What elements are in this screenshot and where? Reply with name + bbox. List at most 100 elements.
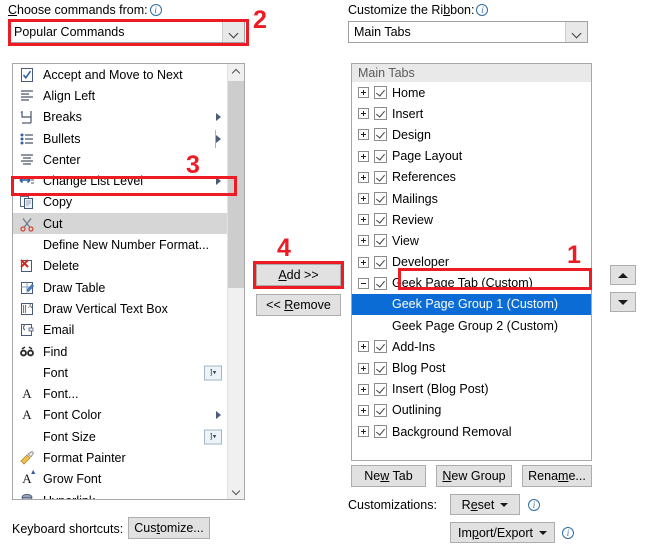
expand-icon[interactable] (358, 87, 369, 99)
checkbox[interactable] (374, 107, 387, 121)
expand-icon[interactable] (358, 426, 369, 438)
command-item-email[interactable]: Email (13, 320, 227, 341)
expand-icon[interactable] (358, 214, 369, 226)
command-item-breaks[interactable]: Breaks (13, 107, 227, 128)
scroll-down-button[interactable] (228, 482, 244, 499)
command-item-draw-table[interactable]: Draw Table (13, 277, 227, 298)
expand-icon[interactable] (358, 404, 369, 416)
ribbon-item-design[interactable]: Design (352, 124, 591, 145)
ribbon-item-home[interactable]: Home (352, 82, 591, 103)
ribbon-item-outlining[interactable]: Outlining (352, 400, 591, 421)
gallery-dropdown-icon[interactable]: I ▾ (204, 429, 222, 445)
chevron-down-icon[interactable] (222, 22, 244, 42)
move-down-button[interactable] (610, 292, 636, 312)
checkbox[interactable] (374, 192, 387, 206)
command-item-font-color[interactable]: A Font Color (13, 405, 227, 426)
annotation-badge-3: 3 (186, 151, 200, 179)
command-item-align-left[interactable]: Align Left (13, 85, 227, 106)
ribbon-item-review[interactable]: Review (352, 209, 591, 230)
checkbox[interactable] (374, 340, 387, 354)
ribbon-item-geek-page-group-1-custom[interactable]: Geek Page Group 1 (Custom) (352, 293, 591, 316)
checkbox[interactable] (374, 382, 387, 396)
ribbon-item-geek-page-group-2-custom[interactable]: Geek Page Group 2 (Custom) (352, 315, 591, 336)
customize-ribbon-combo[interactable]: Main Tabs (348, 21, 588, 43)
command-item-accept-and-move-to-next[interactable]: Accept and Move to Next (13, 64, 227, 85)
ribbon-item-view[interactable]: View (352, 230, 591, 251)
command-item-font-size[interactable]: Font Size I ▾ (13, 426, 227, 447)
breaks-icon (17, 109, 37, 126)
import-export-button[interactable]: Import/Export (450, 522, 555, 543)
ribbon-item-blog-post[interactable]: Blog Post (352, 357, 591, 378)
expand-icon[interactable] (358, 193, 369, 205)
scroll-up-button[interactable] (228, 64, 244, 81)
command-item-define-new-number-format[interactable]: Define New Number Format... (13, 234, 227, 255)
scrollbar-thumb[interactable] (228, 81, 244, 288)
checkbox[interactable] (374, 128, 387, 142)
command-item-hyperlink[interactable]: Hyperlink... (13, 490, 227, 499)
add-button[interactable]: Add >> (256, 264, 341, 286)
customize-button[interactable]: Customize... (128, 517, 210, 539)
expand-icon[interactable] (358, 235, 369, 247)
info-icon-2[interactable]: i (476, 4, 489, 16)
checkbox[interactable] (374, 149, 387, 163)
ribbon-tree-listbox[interactable]: Main Tabs Home Insert Design Page Layout Ref… (351, 63, 592, 461)
checkbox[interactable] (374, 255, 387, 269)
command-label: Accept and Move to Next (43, 67, 183, 82)
expand-icon[interactable] (358, 383, 369, 395)
checkbox[interactable] (374, 403, 387, 417)
expand-icon[interactable] (358, 129, 369, 141)
checkbox[interactable] (374, 234, 387, 248)
gallery-dropdown-icon[interactable]: I ▾ (204, 365, 222, 381)
checkbox[interactable] (374, 213, 387, 227)
command-item-delete[interactable]: Delete (13, 256, 227, 277)
new-group-button[interactable]: New Group (436, 465, 512, 487)
expand-icon[interactable] (358, 171, 369, 183)
move-up-button[interactable] (610, 265, 636, 285)
command-item-grow-font[interactable]: A ▲ Grow Font (13, 468, 227, 490)
command-item-cut[interactable]: Cut (13, 213, 227, 235)
command-item-format-painter[interactable]: Format Painter (13, 447, 227, 468)
submenu-arrow-icon[interactable] (216, 113, 221, 122)
commands-scrollbar[interactable] (227, 64, 244, 499)
ribbon-item-page-layout[interactable]: Page Layout (352, 146, 591, 167)
expand-icon[interactable] (358, 341, 369, 353)
ribbon-item-geek-page-tab-custom[interactable]: Geek Page Tab (Custom) (352, 273, 591, 294)
expand-icon[interactable] (358, 150, 369, 162)
checkbox[interactable] (374, 170, 387, 184)
rename-button[interactable]: Rename... (522, 465, 592, 487)
checkbox[interactable] (374, 361, 387, 375)
ribbon-item-background-removal[interactable]: Background Removal (352, 421, 591, 442)
submenu-arrow-icon[interactable] (216, 177, 221, 186)
ribbon-item-mailings[interactable]: Mailings (352, 188, 591, 209)
checkbox[interactable] (374, 86, 387, 100)
command-item-font[interactable]: A Font... (13, 383, 227, 404)
submenu-arrow-icon[interactable] (215, 129, 221, 148)
ribbon-item-developer[interactable]: Developer (352, 252, 591, 273)
command-item-bullets[interactable]: Bullets (13, 128, 227, 149)
new-tab-button[interactable]: New Tab (351, 465, 426, 487)
command-item-font[interactable]: Font I ▾ (13, 362, 227, 383)
expand-icon[interactable] (358, 362, 369, 374)
ribbon-item-add-ins[interactable]: Add-Ins (352, 336, 591, 357)
info-icon[interactable]: i (149, 4, 162, 16)
reset-button[interactable]: Reset (450, 494, 520, 515)
checkbox[interactable] (374, 425, 387, 439)
chevron-down-icon-2[interactable] (565, 22, 587, 42)
ribbon-item-insert-blog-post[interactable]: Insert (Blog Post) (352, 379, 591, 400)
reset-info-icon[interactable]: i (528, 499, 540, 511)
submenu-arrow-icon[interactable] (216, 411, 221, 420)
ribbon-item-label: Background Removal (392, 424, 512, 439)
ribbon-item-insert[interactable]: Insert (352, 103, 591, 124)
command-item-draw-vertical-text-box[interactable]: A Draw Vertical Text Box (13, 298, 227, 319)
checkbox[interactable] (374, 276, 387, 290)
expand-icon[interactable] (358, 108, 369, 120)
command-item-find[interactable]: Find (13, 341, 227, 362)
import-export-info-icon[interactable]: i (562, 527, 574, 539)
command-item-copy[interactable]: Copy (13, 192, 227, 213)
collapse-icon[interactable] (358, 277, 369, 289)
choose-commands-from-combo[interactable]: Popular Commands (8, 21, 245, 43)
commands-listbox[interactable]: Accept and Move to Next Align Left Breaks B… (12, 63, 245, 500)
remove-button[interactable]: << Remove (256, 294, 341, 316)
expand-icon[interactable] (358, 256, 369, 268)
ribbon-item-references[interactable]: References (352, 167, 591, 188)
